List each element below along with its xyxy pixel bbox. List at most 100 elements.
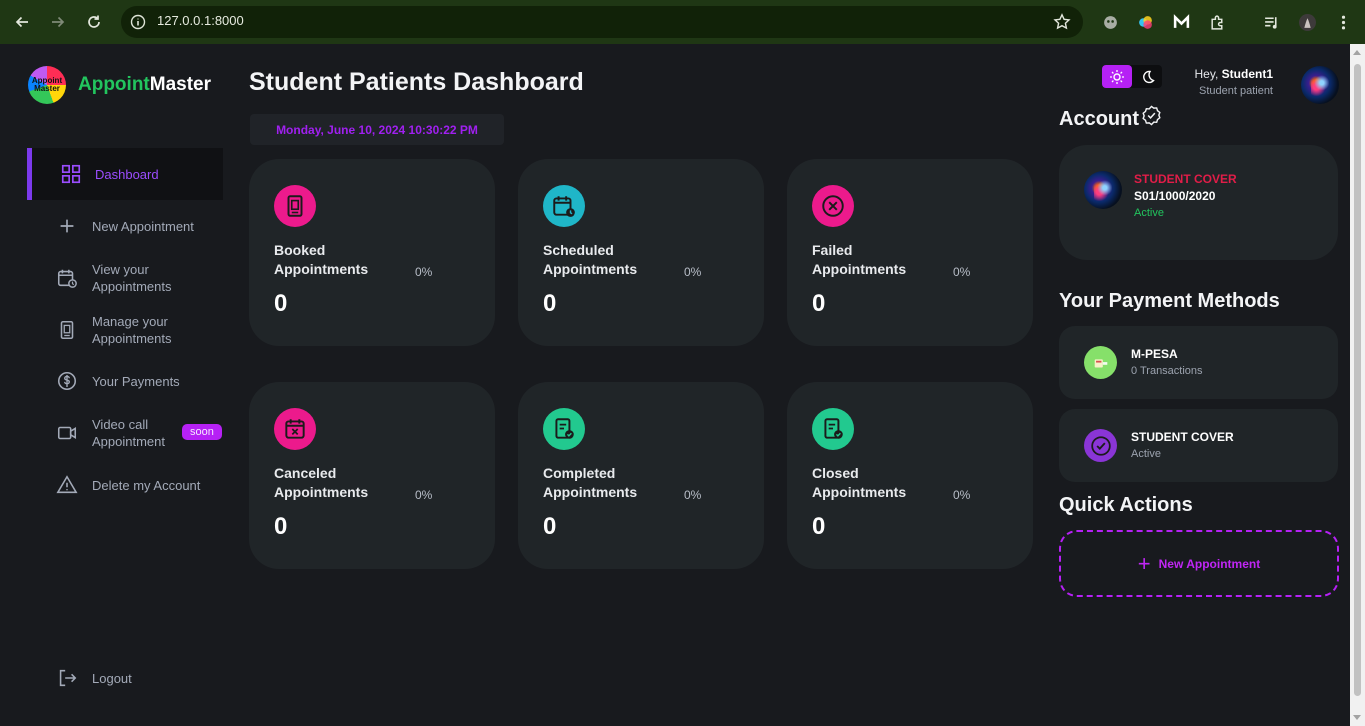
site-info-icon[interactable] <box>130 14 146 30</box>
forward-button[interactable] <box>47 11 69 33</box>
warning-icon <box>55 473 79 497</box>
sidebar-item-delete-account[interactable]: Delete my Account <box>27 473 223 497</box>
puzzle-icon <box>1210 14 1222 30</box>
card-percent: 0% <box>415 488 433 502</box>
sidebar-item-label: Your Payments <box>92 373 180 389</box>
reload-icon <box>88 15 100 28</box>
logout-icon <box>55 666 79 690</box>
account-section-title: Account <box>1059 105 1161 131</box>
card-completed-appointments[interactable]: Completed Appointments 0% 0 <box>518 382 764 569</box>
brand-logo[interactable]: Appoint Master AppointMaster <box>28 66 211 104</box>
extension-m[interactable] <box>1171 12 1191 32</box>
card-percent: 0% <box>953 265 971 279</box>
payment-method-student-cover[interactable]: STUDENT COVER Active <box>1059 409 1338 482</box>
close-circle-icon <box>812 185 854 227</box>
card-percent: 0% <box>953 488 971 502</box>
brand-name-part2: Master <box>149 74 212 95</box>
sidebar-item-dashboard[interactable]: Dashboard <box>27 148 223 200</box>
sidebar-item-label: View your Appointments <box>92 262 172 294</box>
m-logo-icon <box>1173 13 1189 28</box>
card-value: 0 <box>812 290 826 317</box>
reload-button[interactable] <box>83 11 105 33</box>
scrollbar-thumb[interactable] <box>1354 64 1361 696</box>
dollar-icon <box>55 369 79 393</box>
current-datetime: Monday, June 10, 2024 10:30:22 PM <box>250 114 504 145</box>
profile-avatar-icon <box>1298 13 1316 31</box>
back-button[interactable] <box>11 11 33 33</box>
sidebar-item-label: Video call Appointment <box>92 417 165 449</box>
kebab-menu-icon <box>1341 15 1345 29</box>
mpesa-icon <box>1084 346 1117 379</box>
account-status: Active <box>1134 207 1164 219</box>
sidebar-item-label: New Appointment <box>92 218 194 234</box>
card-closed-appointments[interactable]: Closed Appointments 0% 0 <box>787 382 1033 569</box>
clipboard-check-icon <box>812 408 854 450</box>
plus-icon: + <box>1137 550 1151 576</box>
logo-mark-text: Appoint Master <box>31 76 63 93</box>
quick-actions-title: Quick Actions <box>1059 494 1193 516</box>
profile-button[interactable] <box>1297 12 1317 32</box>
color-wheel-icon <box>1138 15 1152 29</box>
sidebar-item-manage-appointments[interactable]: Manage your Appointments <box>27 312 223 348</box>
page-title: Student Patients Dashboard <box>249 68 584 96</box>
account-cover-name: STUDENT COVER <box>1134 172 1237 186</box>
card-canceled-appointments[interactable]: Canceled Appointments 0% 0 <box>249 382 495 569</box>
sidebar-item-payments[interactable]: Your Payments <box>27 369 223 393</box>
card-failed-appointments[interactable]: Failed Appointments 0% 0 <box>787 159 1033 346</box>
greeting-text: Hey, <box>1194 67 1219 81</box>
sidebar-item-label: Dashboard <box>95 166 159 182</box>
sidebar-item-view-appointments[interactable]: View your Appointments <box>27 260 223 296</box>
quick-new-appointment-label: New Appointment <box>1158 556 1261 571</box>
card-value: 0 <box>543 513 557 540</box>
app-root: Appoint Master AppointMaster Dashboard N… <box>0 44 1350 726</box>
check-circle-icon <box>1084 429 1117 462</box>
card-title: Scheduled Appointments <box>543 242 638 277</box>
sidebar-item-video-call[interactable]: Video call Appointment soon <box>27 415 223 451</box>
extension-ghost[interactable] <box>1100 12 1120 32</box>
bookmark-star-icon[interactable] <box>1053 13 1071 31</box>
card-scheduled-appointments[interactable]: Scheduled Appointments 0% 0 <box>518 159 764 346</box>
logo-mark: Appoint Master <box>28 66 66 104</box>
soon-badge: soon <box>182 424 222 440</box>
browser-menu-button[interactable] <box>1333 12 1353 32</box>
page-scrollbar[interactable] <box>1350 44 1365 726</box>
sidebar-item-label: Manage your Appointments <box>92 314 172 346</box>
payment-method-title: STUDENT COVER <box>1131 430 1234 444</box>
payment-methods-title: Your Payment Methods <box>1059 290 1280 312</box>
media-button[interactable] <box>1261 12 1281 32</box>
card-percent: 0% <box>415 265 433 279</box>
playlist-icon <box>1264 16 1277 29</box>
user-role: Student patient <box>1198 85 1273 97</box>
card-title: Completed Appointments <box>543 465 638 500</box>
video-icon <box>55 421 79 445</box>
payment-method-mpesa[interactable]: M-PESA 0 Transactions <box>1059 326 1338 399</box>
calendar-clock-icon <box>543 185 585 227</box>
account-title-text: Account <box>1059 108 1139 130</box>
card-value: 0 <box>543 290 557 317</box>
card-booked-appointments[interactable]: Booked Appointments 0% 0 <box>249 159 495 346</box>
sidebar-item-logout[interactable]: Logout <box>27 666 223 690</box>
light-mode-button[interactable] <box>1102 65 1132 88</box>
card-percent: 0% <box>684 265 702 279</box>
extension-color[interactable] <box>1135 12 1155 32</box>
extensions-button[interactable] <box>1207 12 1227 32</box>
card-title: Closed Appointments <box>812 465 907 500</box>
user-greeting: Hey, Student1 <box>1150 67 1273 81</box>
calendar-x-icon <box>274 408 316 450</box>
sidebar-item-label: Logout <box>92 670 132 686</box>
sun-icon <box>1110 69 1124 84</box>
payment-method-title: M-PESA <box>1131 347 1178 361</box>
user-avatar[interactable] <box>1301 66 1339 104</box>
arrow-left-icon <box>15 16 28 28</box>
sidebar-item-new-appointment[interactable]: New Appointment <box>27 214 223 238</box>
account-avatar <box>1084 171 1122 209</box>
scroll-down-arrow[interactable] <box>1353 715 1361 720</box>
arrow-right-icon <box>52 16 65 28</box>
account-card[interactable]: STUDENT COVER S01/1000/2020 Active <box>1059 145 1338 260</box>
quick-new-appointment-button[interactable]: + New Appointment <box>1059 530 1339 597</box>
card-title: Booked Appointments <box>274 242 369 277</box>
scroll-up-arrow[interactable] <box>1353 50 1361 55</box>
grid-icon <box>59 162 83 186</box>
verified-badge-icon <box>1142 105 1161 126</box>
address-bar[interactable]: 127.0.0.1:8000 <box>121 6 1083 38</box>
